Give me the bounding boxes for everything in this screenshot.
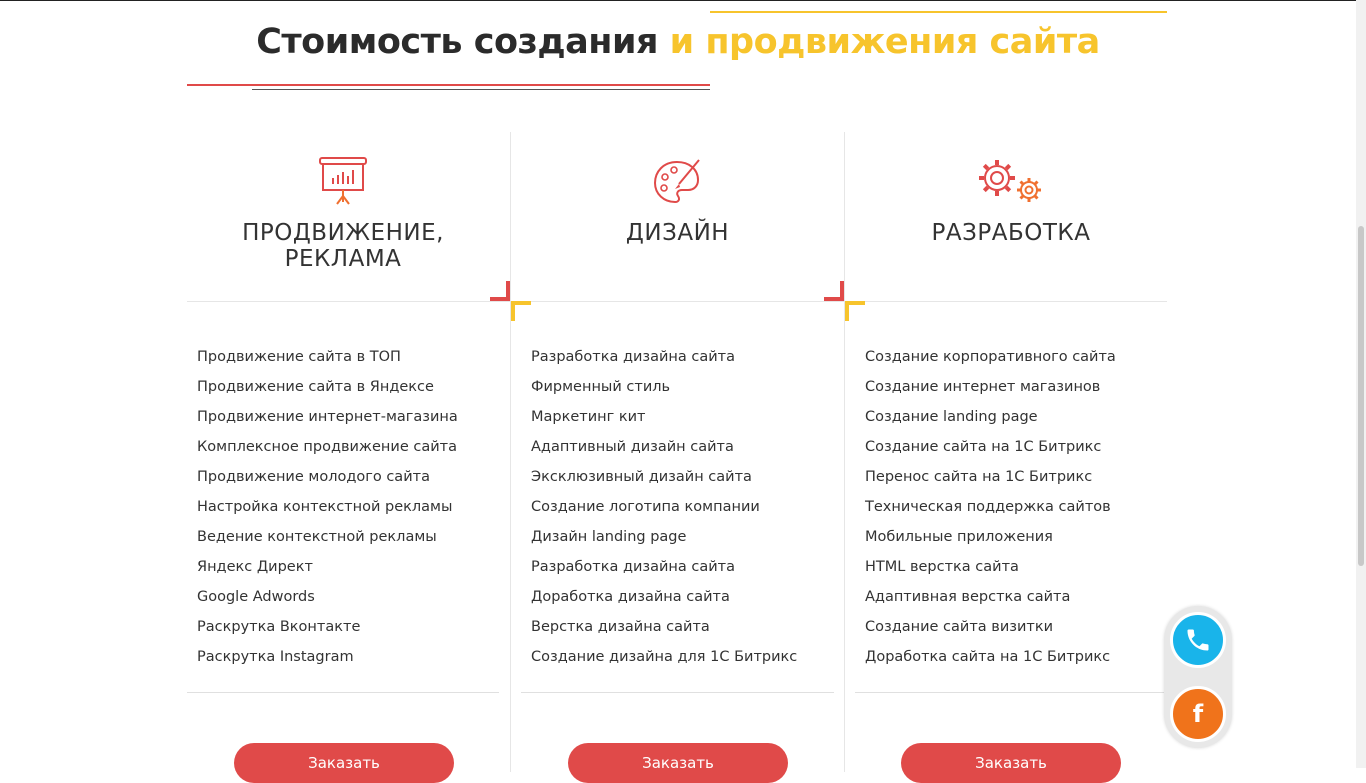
list-item[interactable]: Создание логотипа компании xyxy=(531,492,797,522)
floating-contact-widget: f xyxy=(1164,606,1232,748)
list-item[interactable]: Раскрутка Instagram xyxy=(197,642,458,672)
list-item[interactable]: Ведение контекстной рекламы xyxy=(197,522,458,552)
list-item[interactable]: Мобильные приложения xyxy=(865,522,1116,552)
top-border xyxy=(0,0,1356,1)
list-item[interactable]: Эксклюзивный дизайн сайта xyxy=(531,462,797,492)
corner-decor-yellow xyxy=(511,301,531,321)
list-item[interactable]: Создание landing page xyxy=(865,402,1116,432)
presentation-board-icon xyxy=(319,157,367,205)
facebook-button[interactable]: f xyxy=(1170,686,1226,742)
list-item[interactable]: Техническая поддержка сайтов xyxy=(865,492,1116,522)
scrollbar-thumb[interactable] xyxy=(1358,226,1364,566)
title-accent: и продвижения сайта xyxy=(669,22,1101,62)
column-divider xyxy=(844,132,845,772)
title-decor-red xyxy=(187,84,710,86)
palette-brush-icon xyxy=(653,159,700,204)
phone-button[interactable] xyxy=(1170,612,1226,668)
list-item[interactable]: Создание дизайна для 1С Битрикс xyxy=(531,642,797,672)
list-item[interactable]: Яндекс Директ xyxy=(197,552,458,582)
list-item[interactable]: Продвижение сайта в ТОП xyxy=(197,342,458,372)
heading-line: РЕКЛАМА xyxy=(284,246,402,272)
list-item[interactable]: Раскрутка Вконтакте xyxy=(197,612,458,642)
list-item[interactable]: Создание интернет магазинов xyxy=(865,372,1116,402)
list-item[interactable]: Адаптивный дизайн сайта xyxy=(531,432,797,462)
list-item[interactable]: Фирменный стиль xyxy=(531,372,797,402)
order-button[interactable]: Заказать xyxy=(234,743,454,783)
heading-line: РАЗРАБОТКА xyxy=(931,220,1091,246)
list-item[interactable]: Google Adwords xyxy=(197,582,458,612)
column-heading: ПРОДВИЖЕНИЕ, РЕКЛАМА xyxy=(187,220,499,272)
list-item[interactable]: Настройка контекстной рекламы xyxy=(197,492,458,522)
list-item[interactable]: Дизайн landing page xyxy=(531,522,797,552)
list-item[interactable]: Продвижение интернет-магазина xyxy=(197,402,458,432)
list-item[interactable]: Комплексное продвижение сайта xyxy=(197,432,458,462)
section-title: Стоимость создания и продвижения сайта xyxy=(0,22,1356,62)
title-decor-yellow xyxy=(710,11,1167,13)
header-divider xyxy=(187,301,1167,302)
list-item[interactable]: Разработка дизайна сайта xyxy=(531,552,797,582)
service-list: Продвижение сайта в ТОП Продвижение сайт… xyxy=(197,342,458,672)
corner-decor-yellow xyxy=(845,301,865,321)
title-main: Стоимость создания xyxy=(256,22,658,62)
list-item[interactable]: Перенос сайта на 1С Битрикс xyxy=(865,462,1116,492)
list-item[interactable]: Маркетинг кит xyxy=(531,402,797,432)
column-heading: РАЗРАБОТКА xyxy=(855,220,1167,246)
list-item[interactable]: Разработка дизайна сайта xyxy=(531,342,797,372)
list-item[interactable]: Доработка дизайна сайта xyxy=(531,582,797,612)
list-item[interactable]: Доработка сайта на 1С Битрикс xyxy=(865,642,1116,672)
column-heading: ДИЗАЙН xyxy=(521,220,834,246)
list-divider xyxy=(521,692,834,693)
list-item[interactable]: Продвижение сайта в Яндексе xyxy=(197,372,458,402)
title-decor-dark xyxy=(252,89,710,90)
service-list: Разработка дизайна сайта Фирменный стиль… xyxy=(531,342,797,672)
corner-decor-red xyxy=(490,281,510,301)
list-item[interactable]: Создание сайта визитки xyxy=(865,612,1116,642)
phone-icon xyxy=(1187,629,1209,651)
heading-line: ПРОДВИЖЕНИЕ, xyxy=(242,220,444,246)
list-divider xyxy=(855,692,1165,693)
list-item[interactable]: Адаптивная верстка сайта xyxy=(865,582,1116,612)
list-item[interactable]: HTML верстка сайта xyxy=(865,552,1116,582)
list-item[interactable]: Верстка дизайна сайта xyxy=(531,612,797,642)
list-item[interactable]: Продвижение молодого сайта xyxy=(197,462,458,492)
order-button[interactable]: Заказать xyxy=(901,743,1121,783)
facebook-icon: f xyxy=(1192,700,1204,728)
service-list: Создание корпоративного сайта Создание и… xyxy=(865,342,1116,672)
list-item[interactable]: Создание корпоративного сайта xyxy=(865,342,1116,372)
heading-line: ДИЗАЙН xyxy=(625,220,730,246)
list-item[interactable]: Создание сайта на 1С Битрикс xyxy=(865,432,1116,462)
column-divider xyxy=(510,132,511,772)
gears-icon xyxy=(979,160,1041,202)
page-scrollbar[interactable] xyxy=(1356,0,1366,768)
corner-decor-red xyxy=(824,281,844,301)
order-button[interactable]: Заказать xyxy=(568,743,788,783)
list-divider xyxy=(187,692,499,693)
